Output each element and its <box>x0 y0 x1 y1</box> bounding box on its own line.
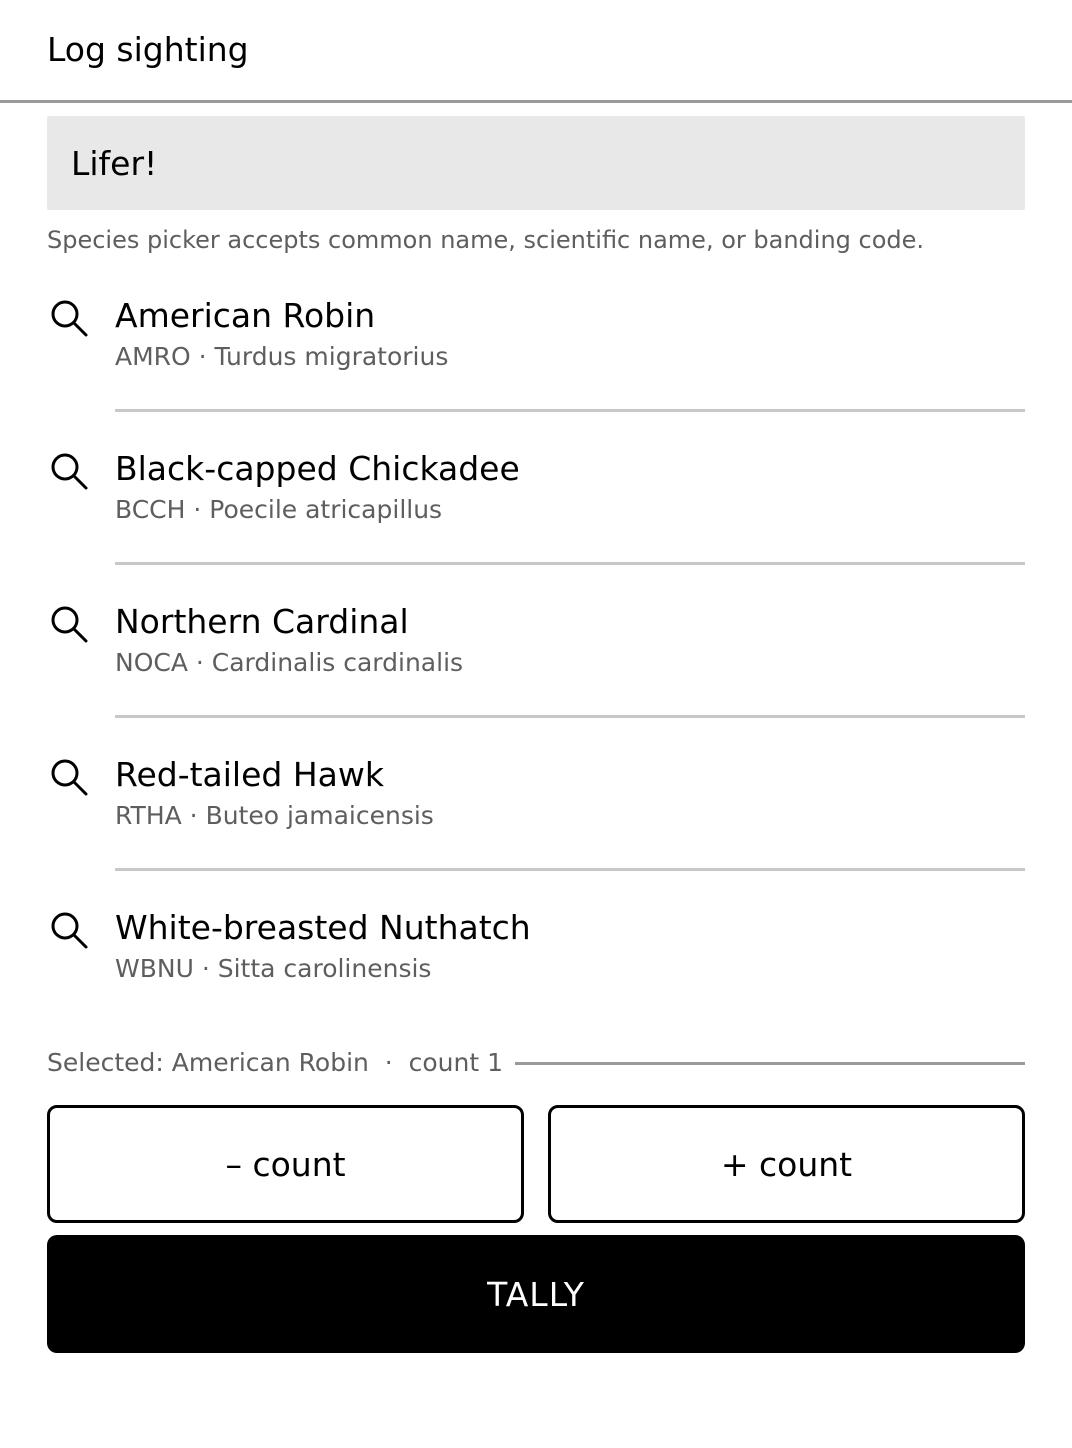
species-common-name: Northern Cardinal <box>115 602 409 641</box>
species-common-name: Red-tailed Hawk <box>115 755 384 794</box>
species-code-scientific: RTHA · Buteo jamaicensis <box>115 801 434 830</box>
search-icon <box>51 606 88 643</box>
species-code-scientific: NOCA · Cardinalis cardinalis <box>115 648 464 677</box>
page-title: Log sighting <box>47 30 249 69</box>
search-icon <box>51 453 88 490</box>
tally-button[interactable]: TALLY <box>47 1235 1025 1353</box>
divider <box>115 562 1025 565</box>
species-picker-hint: Species picker accepts common name, scie… <box>47 226 925 254</box>
selection-status-text: Selected: American Robin · count 1 <box>47 1048 503 1077</box>
search-input[interactable] <box>71 143 1025 183</box>
divider <box>115 409 1025 412</box>
search-field[interactable] <box>47 116 1025 210</box>
search-icon <box>51 759 88 796</box>
species-code-scientific: AMRO · Turdus migratorius <box>115 342 449 371</box>
list-item[interactable]: White-breasted Nuthatch WBNU · Sitta car… <box>0 895 1072 1048</box>
species-common-name: American Robin <box>115 296 376 335</box>
app-header: Log sighting <box>0 0 1072 103</box>
divider <box>115 868 1025 871</box>
species-common-name: White-breasted Nuthatch <box>115 908 531 947</box>
decrement-count-button[interactable]: – count <box>47 1105 524 1223</box>
species-code-scientific: BCCH · Poecile atricapillus <box>115 495 443 524</box>
species-code-scientific: WBNU · Sitta carolinensis <box>115 954 432 983</box>
list-item[interactable]: Black-capped Chickadee BCCH · Poecile at… <box>0 436 1072 589</box>
increment-count-button[interactable]: + count <box>548 1105 1025 1223</box>
list-item[interactable]: Northern Cardinal NOCA · Cardinalis card… <box>0 589 1072 742</box>
divider <box>514 1061 1025 1065</box>
divider <box>115 715 1025 718</box>
list-item[interactable]: American Robin AMRO · Turdus migratorius <box>0 283 1072 436</box>
selection-status: Selected: American Robin · count 1 <box>47 1046 1025 1080</box>
species-list: American Robin AMRO · Turdus migratorius… <box>0 283 1072 1048</box>
search-icon <box>51 300 88 337</box>
species-common-name: Black-capped Chickadee <box>115 449 520 488</box>
list-item[interactable]: Red-tailed Hawk RTHA · Buteo jamaicensis <box>0 742 1072 895</box>
search-icon <box>51 912 88 949</box>
